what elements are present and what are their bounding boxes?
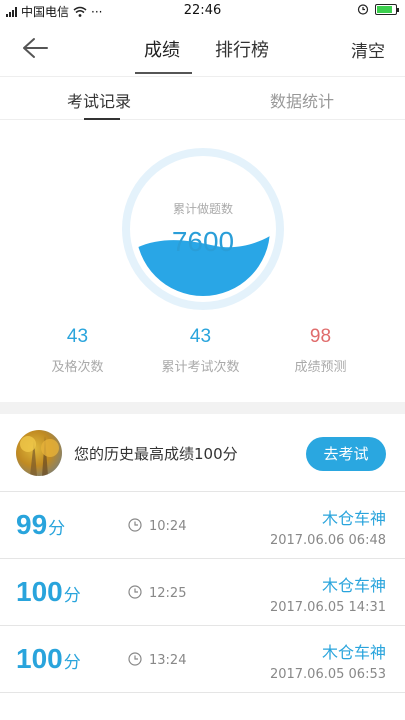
record-score: 100分 xyxy=(16,643,81,674)
record-username: 木仓车神 xyxy=(321,509,386,528)
clear-button[interactable]: 清空 xyxy=(351,37,385,62)
stat-exam-count: 43 累计考试次数 xyxy=(133,326,268,375)
record-row[interactable]: 100分 13:24 木仓车神 2017.06.05 06:53 xyxy=(0,626,405,693)
back-arrow-icon[interactable] xyxy=(20,36,50,60)
clock-icon xyxy=(128,518,142,532)
exam-records-list: 99分 10:24 木仓车神 2017.06.06 06:48 100分 12:… xyxy=(0,492,405,693)
header-nav: 成绩 排行榜 清空 xyxy=(0,22,405,74)
gauge-inner: 累计做题数 7600 xyxy=(136,162,270,296)
record-duration: 10:24 xyxy=(149,519,187,534)
avatar-image xyxy=(20,436,59,476)
best-score-text: 您的历史最高成绩100分 xyxy=(74,445,238,463)
stat-prediction: 98 成绩预测 xyxy=(253,326,388,375)
status-right xyxy=(357,3,399,15)
battery-icon xyxy=(375,3,399,15)
record-date: 2017.06.06 06:48 xyxy=(269,533,386,548)
record-duration: 13:24 xyxy=(149,653,187,668)
tab-score[interactable]: 成绩 xyxy=(144,36,180,62)
stat-pass-count: 43 及格次数 xyxy=(10,326,145,375)
gauge-value: 7600 xyxy=(171,226,235,257)
record-score: 99分 xyxy=(16,509,66,540)
clock-icon xyxy=(128,585,142,599)
stat-prediction-value: 98 xyxy=(309,326,332,347)
best-score-row: 您的历史最高成绩100分 去考试 xyxy=(0,414,405,492)
subtab-exam-records[interactable]: 考试记录 xyxy=(67,88,131,112)
section-divider xyxy=(0,402,405,414)
alarm-icon xyxy=(357,4,369,15)
status-bar: 中国电信 ··· 22:46 xyxy=(0,0,405,22)
status-time: 22:46 xyxy=(183,3,222,18)
clock-icon xyxy=(128,652,142,666)
questions-gauge: 累计做题数 7600 xyxy=(122,148,284,310)
tab-score-underline xyxy=(135,72,192,74)
gauge-label: 累计做题数 xyxy=(172,202,233,216)
subtab-indicator xyxy=(84,118,120,120)
stat-exam-value: 43 xyxy=(189,326,212,347)
stat-prediction-caption: 成绩预测 xyxy=(294,360,347,375)
sub-tabs: 考试记录 数据统计 xyxy=(0,76,405,120)
tab-leaderboard[interactable]: 排行榜 xyxy=(215,36,269,62)
record-duration: 12:25 xyxy=(149,586,187,601)
record-date: 2017.06.05 06:53 xyxy=(269,667,386,682)
record-row[interactable]: 100分 12:25 木仓车神 2017.06.05 14:31 xyxy=(0,559,405,626)
take-exam-button[interactable]: 去考试 xyxy=(306,437,386,471)
stat-pass-value: 43 xyxy=(66,326,89,347)
record-username: 木仓车神 xyxy=(321,643,386,662)
record-score: 100分 xyxy=(16,576,81,607)
stats-row: 43 及格次数 43 累计考试次数 98 成绩预测 xyxy=(0,326,405,386)
stat-pass-caption: 及格次数 xyxy=(51,360,104,375)
record-date: 2017.06.05 14:31 xyxy=(269,600,386,615)
record-row[interactable]: 99分 10:24 木仓车神 2017.06.06 06:48 xyxy=(0,492,405,559)
subtab-data-stats[interactable]: 数据统计 xyxy=(270,88,334,112)
avatar[interactable] xyxy=(16,430,62,476)
record-username: 木仓车神 xyxy=(321,576,386,595)
stat-exam-caption: 累计考试次数 xyxy=(161,360,240,375)
